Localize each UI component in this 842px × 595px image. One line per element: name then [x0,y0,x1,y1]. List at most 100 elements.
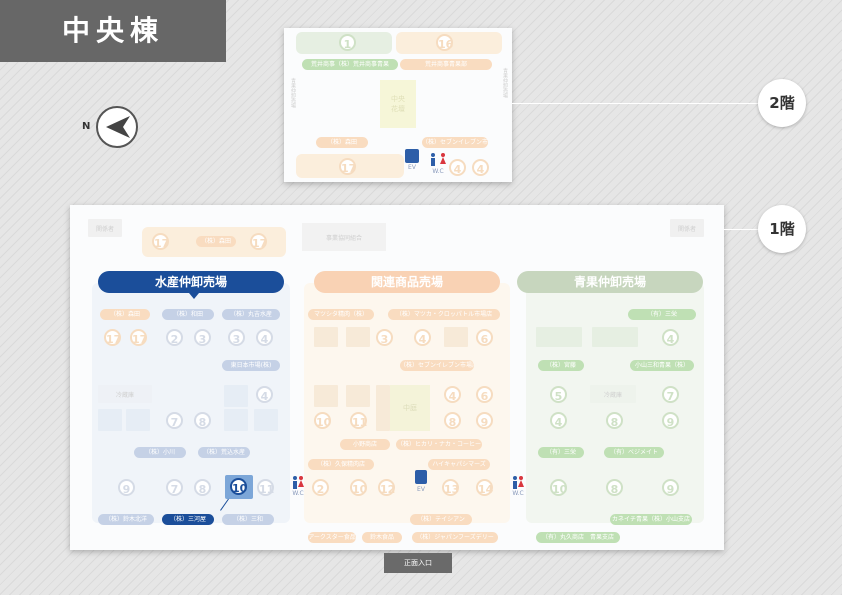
floor-1-callout[interactable]: 1階 [758,205,806,253]
shop-label[interactable]: （株）久保精肉店 [308,459,374,470]
header-pointer-icon [189,293,199,299]
shop-label[interactable]: （株）荒込水産 [198,447,250,458]
stall-number[interactable]: 2 [312,479,329,496]
stall-number[interactable]: 6 [476,329,493,346]
header-related-goods: 関連商品売場 [314,271,500,293]
elevator-icon [415,470,427,484]
shop-label[interactable]: 東日本市場(株) [222,360,280,371]
stall-number[interactable]: 4 [444,386,461,403]
shop-label[interactable]: 鈴木食品 [362,532,402,543]
selected-shop-label[interactable]: （株）三河屋 [162,514,214,525]
shop-label[interactable]: 小山三和青果（株） [630,360,694,371]
shop-label[interactable]: 小野商店 [340,439,390,450]
floor2-number: 16 [436,34,453,51]
building-title: 中央棟 [61,14,164,47]
shop-label[interactable]: （株）鈴木北洋 [98,514,154,525]
stall-number[interactable]: 4 [662,329,679,346]
shop-label[interactable]: （株）和田 [162,309,214,320]
stall-number[interactable]: 4 [256,386,273,403]
stall-number[interactable]: 11 [257,479,274,496]
stall-number[interactable]: 3 [376,329,393,346]
stall-number[interactable]: 3 [194,329,211,346]
floor2-label: 荒井商事（株）荒井商事青果 [302,59,398,70]
stall-number[interactable]: 7 [166,479,183,496]
produce-note-block: 冷蔵庫 [603,392,622,399]
floor2-label: 荒井商事青果部 [400,59,492,70]
ev-label: EV [417,486,425,493]
shop-label[interactable]: （株）丸吉水産 [222,309,280,320]
shop-label[interactable]: （株）小川 [134,447,186,458]
shop-label[interactable]: マツシタ精肉（株） [308,309,374,320]
stall-number[interactable]: 9 [662,479,679,496]
stall-number[interactable]: 6 [476,386,493,403]
stall-number[interactable]: 17 [130,329,147,346]
shop-label[interactable]: （株）テイシアン [410,514,472,525]
floor2-map[interactable]: 1 16 荒井商事（株）荒井商事青果 荒井商事青果部 青果仲卸売場 青果仲卸売場… [284,28,512,182]
shop-label[interactable]: （株）ジャパンフーズデリー [412,532,498,543]
top-number: 17 [152,233,169,250]
floor2-vert-right: 青果仲卸売場 [502,68,508,98]
stall-number[interactable]: 3 [228,329,245,346]
shop-label[interactable]: （有）ベジメイト [604,447,664,458]
shop-label[interactable]: （有）三栄 [538,447,584,458]
floor2-wc: W.C [432,168,444,175]
stall-number[interactable]: 5 [550,386,567,403]
stall-number[interactable]: 17 [104,329,121,346]
shop-label[interactable]: （株）宮藤 [538,360,584,371]
floor2-number: 4 [449,159,466,176]
stall-number[interactable]: 7 [662,386,679,403]
floor1-map[interactable]: 関係者 17 （株）森田 17 事業協同組合 関係者 水産仲卸売場 関連商品売場… [70,205,724,550]
stall-number[interactable]: 2 [166,329,183,346]
floor2-ev: EV [408,164,416,171]
top-note: （株）森田 [196,236,236,247]
stall-number[interactable]: 10 [314,412,331,429]
selected-stall-number[interactable]: 10 [230,478,247,495]
floor2-center-block: 中央 花壇 [391,95,405,113]
shop-label[interactable]: （株）ヒカリ・ナカ・コーヒー [396,439,482,450]
stall-number[interactable]: 10 [350,479,367,496]
top-note: 事業協同組合 [325,235,362,242]
restroom-icon [292,475,304,489]
stall-number[interactable]: 14 [476,479,493,496]
wc-label: W.C [512,490,524,497]
stall-number[interactable]: 11 [350,412,367,429]
elevator-icon [405,149,419,163]
stall-number[interactable]: 4 [414,329,431,346]
stall-number[interactable]: 12 [378,479,395,496]
stall-number[interactable]: 8 [606,412,623,429]
shop-label[interactable]: （株）三和 [222,514,274,525]
shop-label[interactable]: （株）森田 [100,309,150,320]
shop-label[interactable]: （有）三栄 [628,309,696,320]
stall-number[interactable]: 8 [194,479,211,496]
stall-number[interactable]: 8 [606,479,623,496]
header-fish-wholesale: 水産仲卸売場 [98,271,284,293]
stall-number[interactable]: 10 [550,479,567,496]
stall-number[interactable]: 13 [442,479,459,496]
wc-label: W.C [292,490,304,497]
shop-label[interactable]: （株）セブンイレブン市場店 [400,360,474,371]
floor2-vert-left: 青果仲卸売場 [290,78,296,108]
shop-label[interactable]: アークスター食品 [308,532,356,543]
stall-number[interactable]: 9 [118,479,135,496]
shop-label[interactable]: （株）マツカ・クロッパトル市場店 [388,309,500,320]
floor2-number: 4 [472,159,489,176]
restroom-icon [428,152,448,166]
shop-label[interactable]: （有）丸久商店 青果支店 [536,532,620,543]
floor2-label: （株）セブンイレブン市場店 [422,137,488,148]
stall-number[interactable]: 9 [662,412,679,429]
stall-number[interactable]: 4 [550,412,567,429]
stall-number[interactable]: 9 [476,412,493,429]
top-note: 関係者 [677,226,696,233]
stall-number[interactable]: 7 [166,412,183,429]
top-number: 17 [250,233,267,250]
restroom-icon [512,475,524,489]
stall-number[interactable]: 8 [194,412,211,429]
header-produce-wholesale: 青果仲卸売場 [517,271,703,293]
main-entrance-label: 正面入口 [384,553,452,573]
top-note: 関係者 [95,226,114,233]
stall-number[interactable]: 8 [444,412,461,429]
shop-label[interactable]: ハイキャパシマーズ [428,459,490,470]
stall-number[interactable]: 4 [256,329,273,346]
shop-label[interactable]: カネイチ青果（株）小山支店 [610,514,692,525]
floor-2-callout[interactable]: 2階 [758,79,806,127]
